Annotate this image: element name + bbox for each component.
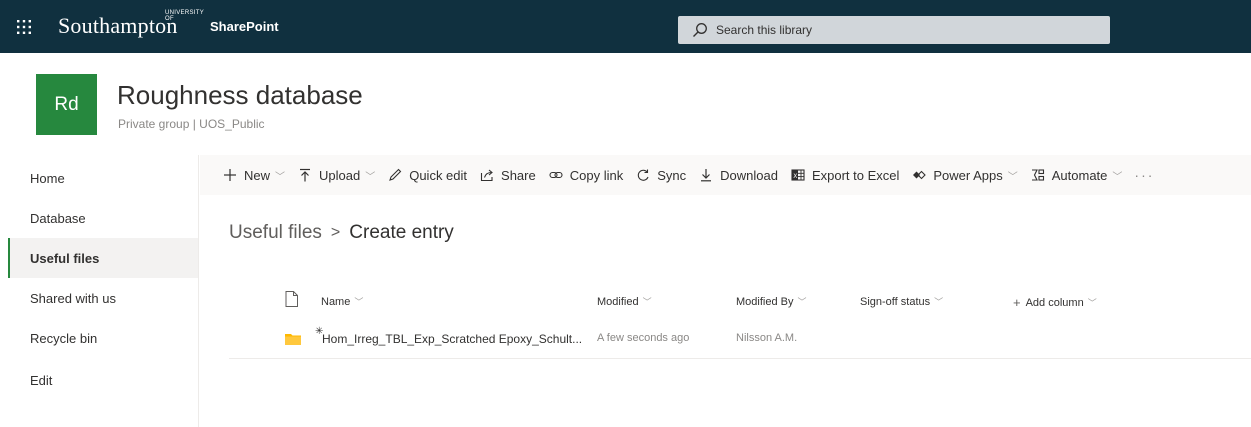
brand-name: Southampton (58, 13, 178, 38)
upload-button[interactable]: Upload ﹀ (297, 167, 375, 183)
automate-button[interactable]: Automate ﹀ (1030, 167, 1123, 183)
modified-by-value[interactable]: Nilsson A.M. (736, 332, 797, 344)
university-logo[interactable]: UNIVERSITY OF Southampton (58, 0, 208, 53)
new-label: New (244, 167, 271, 183)
app-launcher-icon (17, 19, 31, 34)
upload-label: Upload (319, 167, 361, 183)
automate-label: Automate (1051, 167, 1108, 183)
download-button[interactable]: Download (698, 167, 778, 183)
share-label: Share (501, 167, 536, 183)
quick-edit-label: Quick edit (409, 167, 468, 183)
chevron-down-icon: ﹀ (934, 297, 944, 307)
document-icon (285, 291, 298, 307)
sync-icon (635, 167, 651, 183)
left-navigation: Home Database Useful files Shared with u… (0, 155, 199, 427)
add-column-label: Add column (1025, 296, 1084, 309)
automate-icon (1030, 167, 1046, 183)
quick-edit-button[interactable]: Quick edit (387, 167, 467, 183)
search-input[interactable]: Search this library (678, 16, 1110, 44)
search-placeholder: Search this library (716, 23, 813, 37)
site-logo[interactable]: Rd (36, 74, 97, 135)
chevron-down-icon: ﹀ (642, 297, 652, 307)
site-subtitle: Private group | UOS_Public (118, 117, 265, 131)
chevron-down-icon: ﹀ (1112, 171, 1123, 183)
chevron-down-icon: ﹀ (1007, 171, 1018, 183)
site-logo-text: Rd (54, 93, 79, 115)
link-icon (548, 167, 564, 183)
copy-link-label: Copy link (569, 167, 624, 183)
list-header: Name ﹀ Modified ﹀ Modified By ﹀ Sign-off st… (229, 285, 1251, 321)
breadcrumb: Useful files > Create entry (229, 222, 454, 244)
nav-item-recycle-bin[interactable]: Recycle bin (8, 318, 198, 358)
chevron-down-icon: ﹀ (275, 171, 286, 183)
app-launcher-button[interactable] (0, 0, 48, 53)
nav-item-home[interactable]: Home (8, 158, 198, 198)
nav-item-useful-files[interactable]: Useful files (8, 238, 198, 278)
plus-icon: + (1013, 295, 1021, 310)
column-header-modified[interactable]: Modified ﹀ (597, 295, 652, 308)
plus-icon (222, 167, 238, 183)
table-row[interactable]: ✳ Hom_Irreg_TBL_Exp_Scratched Epoxy_Schu… (229, 321, 1251, 359)
column-signoff-label: Sign-off status (860, 295, 931, 308)
pencil-icon (387, 167, 403, 183)
download-label: Download (720, 167, 778, 183)
modified-value: A few seconds ago (597, 332, 690, 344)
svg-text:X: X (793, 173, 797, 180)
column-modified-label: Modified (597, 295, 639, 308)
file-name-link[interactable]: Hom_Irreg_TBL_Exp_Scratched Epoxy_Schult… (322, 332, 582, 346)
column-header-modified-by[interactable]: Modified By ﹀ (736, 295, 807, 308)
chevron-down-icon: ﹀ (797, 297, 807, 307)
chevron-down-icon: ﹀ (365, 171, 376, 183)
app-name-link[interactable]: SharePoint (210, 19, 279, 34)
power-apps-icon (911, 167, 927, 183)
breadcrumb-useful-files[interactable]: Useful files (229, 222, 322, 244)
column-header-signoff[interactable]: Sign-off status ﹀ (860, 295, 943, 308)
add-column-button[interactable]: + Add column ﹀ (1013, 295, 1097, 310)
share-button[interactable]: Share (479, 167, 536, 183)
command-bar: New ﹀ Upload ﹀ Quick edit Share Copy link … (200, 155, 1251, 195)
chevron-down-icon: ﹀ (354, 297, 364, 307)
sync-button[interactable]: Sync (635, 167, 686, 183)
power-apps-label: Power Apps (933, 167, 1003, 183)
nav-item-edit[interactable]: Edit (8, 360, 198, 400)
breadcrumb-current[interactable]: Create entry (349, 222, 454, 244)
column-name-label: Name (321, 295, 351, 308)
more-options-button[interactable]: ··· (1134, 167, 1154, 183)
sync-label: Sync (657, 167, 687, 183)
download-icon (698, 167, 714, 183)
nav-item-shared-with-us[interactable]: Shared with us (8, 278, 198, 318)
export-excel-label: Export to Excel (811, 167, 900, 183)
breadcrumb-separator: > (330, 224, 341, 241)
export-excel-button[interactable]: X Export to Excel (790, 167, 899, 183)
search-icon (693, 23, 707, 37)
suite-header: UNIVERSITY OF Southampton SharePoint Sea… (0, 0, 1251, 53)
copy-link-button[interactable]: Copy link (548, 167, 623, 183)
site-title[interactable]: Roughness database (117, 80, 363, 111)
column-header-name[interactable]: Name ﹀ (321, 295, 363, 308)
excel-icon: X (790, 167, 806, 183)
nav-item-database[interactable]: Database (8, 198, 198, 238)
file-type-header[interactable] (285, 291, 298, 307)
new-button[interactable]: New ﹀ (222, 167, 285, 183)
column-modified-by-label: Modified By (736, 295, 794, 308)
chevron-down-icon: ﹀ (1087, 298, 1097, 308)
power-apps-button[interactable]: Power Apps ﹀ (911, 167, 1018, 183)
folder-icon (285, 333, 301, 348)
upload-icon (297, 167, 313, 183)
share-icon (479, 167, 495, 183)
